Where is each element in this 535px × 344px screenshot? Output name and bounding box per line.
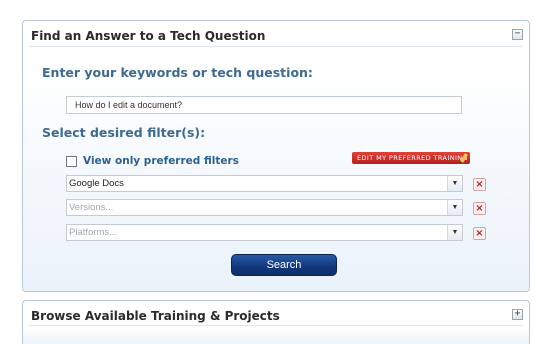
browse-training-panel: Browse Available Training & Projects +	[22, 300, 530, 344]
remove-versions-filter-icon[interactable]: ×	[473, 202, 486, 215]
panel-divider	[29, 325, 523, 326]
find-panel-title: Find an Answer to a Tech Question	[31, 29, 266, 43]
chevron-down-icon[interactable]: ▼	[447, 225, 462, 240]
remove-product-filter-icon[interactable]: ×	[473, 178, 486, 191]
platforms-filter-select[interactable]: Platforms... ▼	[66, 224, 463, 241]
chevron-down-icon[interactable]: ▼	[447, 200, 462, 215]
edit-preferred-training-button[interactable]: EDIT MY PREFERRED TRAINING	[352, 152, 470, 164]
preferred-filters-checkbox[interactable]	[66, 155, 77, 167]
keywords-heading: Enter your keywords or tech question:	[42, 65, 313, 80]
versions-filter-value: Versions...	[69, 202, 114, 213]
product-filter-select[interactable]: Google Docs ▼	[66, 175, 463, 192]
keywords-input[interactable]: How do I edit a document?	[66, 96, 462, 114]
pencil-icon	[460, 153, 468, 163]
remove-platforms-filter-icon[interactable]: ×	[473, 227, 486, 240]
search-button[interactable]: Search	[231, 254, 337, 276]
collapse-icon[interactable]: −	[512, 29, 523, 40]
panel-divider	[29, 46, 523, 47]
preferred-filters-label[interactable]: View only preferred filters	[83, 155, 239, 167]
filters-heading: Select desired filter(s):	[42, 125, 206, 140]
product-filter-value: Google Docs	[69, 178, 124, 189]
find-answer-panel: Find an Answer to a Tech Question − Ente…	[22, 20, 530, 292]
expand-icon[interactable]: +	[512, 309, 523, 320]
preferred-filters-row[interactable]: View only preferred filters	[66, 154, 239, 168]
platforms-filter-value: Platforms...	[69, 227, 118, 238]
browse-panel-title: Browse Available Training & Projects	[31, 309, 280, 323]
chevron-down-icon[interactable]: ▼	[447, 176, 462, 191]
edit-badge-label: EDIT MY PREFERRED TRAINING	[357, 154, 468, 162]
versions-filter-select[interactable]: Versions... ▼	[66, 199, 463, 216]
